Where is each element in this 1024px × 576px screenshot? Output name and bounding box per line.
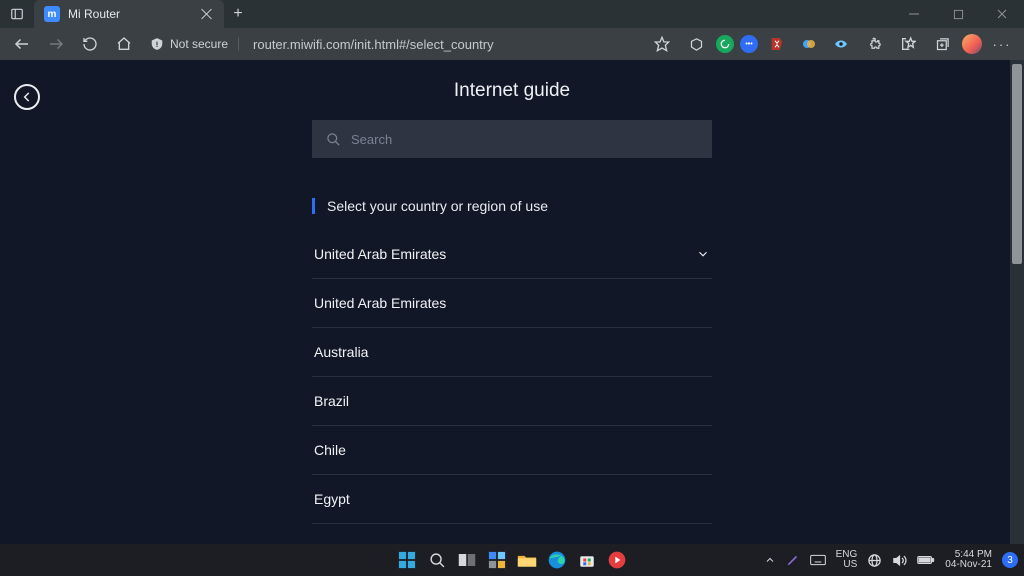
nav-forward-button[interactable] [42,30,70,58]
country-option-label: Egypt [314,491,350,507]
extension-icon[interactable] [796,31,822,57]
country-option[interactable]: Australia [312,328,712,377]
nav-home-button[interactable] [110,30,138,58]
windows-taskbar: ENGUS 5:44 PM04-Nov-21 3 [0,544,1024,576]
collections-icon[interactable] [928,30,956,58]
store-icon[interactable] [575,548,599,572]
country-option-label: United Arab Emirates [314,295,446,311]
tray-notification-badge[interactable]: 3 [1002,552,1018,568]
site-security-indicator[interactable]: Not secure [150,37,239,51]
edge-browser-icon[interactable] [545,548,569,572]
extension-icon[interactable]: ••• [740,35,758,53]
app-icon[interactable] [605,548,629,572]
tray-language-indicator[interactable]: ENGUS [836,550,858,571]
browser-tab[interactable]: m Mi Router [34,0,224,28]
extension-icon[interactable] [716,35,734,53]
menu-button[interactable]: ··· [988,30,1016,58]
tray-overflow-icon[interactable] [764,554,776,566]
tray-keyboard-icon[interactable] [810,554,826,566]
nav-refresh-button[interactable] [76,30,104,58]
profile-avatar[interactable] [962,34,982,54]
country-option[interactable]: Chile [312,426,712,475]
tab-close-button[interactable] [200,7,214,21]
window-maximize-button[interactable] [936,0,980,28]
not-secure-label: Not secure [170,37,228,51]
window-minimize-button[interactable] [892,0,936,28]
start-button[interactable] [395,548,419,572]
page-title: Internet guide [312,80,712,102]
tab-favicon: m [44,6,60,22]
extension-icon[interactable] [828,31,854,57]
tray-battery-icon[interactable] [917,554,935,566]
address-bar[interactable]: router.miwifi.com/init.html#/select_coun… [245,37,642,52]
tab-actions-button[interactable] [0,0,34,28]
search-input[interactable] [351,132,698,147]
search-icon [326,132,341,147]
tab-title: Mi Router [68,7,120,21]
country-option-label: Australia [314,344,368,360]
taskbar-search-button[interactable] [425,548,449,572]
page-back-button[interactable] [14,84,40,110]
window-titlebar: m Mi Router + [0,0,1024,28]
page-viewport: Internet guide Select your country or re… [0,60,1024,544]
chevron-down-icon [696,247,710,261]
extensions-menu-icon[interactable] [860,30,888,58]
search-box[interactable] [312,120,712,158]
favorites-bar-icon[interactable] [894,30,922,58]
country-option[interactable]: Brazil [312,377,712,426]
country-option[interactable]: United Arab Emirates [312,279,712,328]
browser-toolbar: Not secure router.miwifi.com/init.html#/… [0,28,1024,60]
file-explorer-icon[interactable] [515,548,539,572]
tray-network-icon[interactable] [867,553,882,568]
scrollbar-track[interactable] [1010,60,1024,544]
country-selected-row[interactable]: United Arab Emirates [312,232,712,279]
favorite-star-icon[interactable] [648,30,676,58]
reading-list-icon[interactable] [682,30,710,58]
extension-icon[interactable] [764,31,790,57]
section-accent-bar [312,198,315,214]
nav-back-button[interactable] [8,30,36,58]
window-close-button[interactable] [980,0,1024,28]
tray-pen-icon[interactable] [786,553,800,567]
country-option-label: Brazil [314,393,349,409]
tray-clock[interactable]: 5:44 PM04-Nov-21 [945,550,992,571]
country-option[interactable]: Egypt [312,475,712,524]
widgets-button[interactable] [485,548,509,572]
scrollbar-thumb[interactable] [1012,64,1022,264]
country-selected-label: United Arab Emirates [314,246,446,262]
section-heading: Select your country or region of use [327,198,548,214]
task-view-button[interactable] [455,548,479,572]
tray-volume-icon[interactable] [892,553,907,568]
new-tab-button[interactable]: + [224,0,252,28]
country-option-label: Chile [314,442,346,458]
